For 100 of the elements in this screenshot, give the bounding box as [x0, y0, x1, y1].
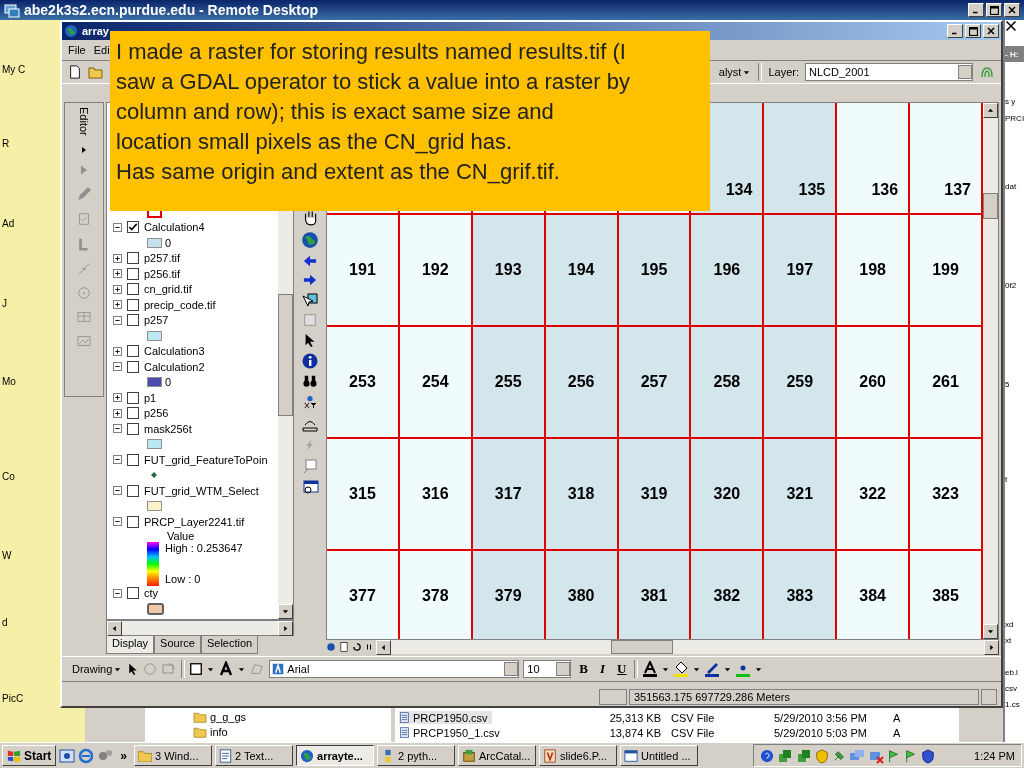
layout-view-icon[interactable]: [339, 642, 349, 652]
window-icon[interactable]: [301, 479, 319, 495]
network-icon[interactable]: [777, 747, 794, 764]
scroll-thumb[interactable]: [611, 640, 673, 654]
desktop-icon-label[interactable]: Mo: [2, 376, 16, 387]
layer-checkbox[interactable]: [127, 252, 139, 265]
desktop-icon-label[interactable]: Co: [2, 471, 15, 482]
layer-name[interactable]: Calculation4: [144, 221, 205, 234]
expand-toggle[interactable]: [113, 393, 122, 403]
expand-toggle[interactable]: [113, 424, 122, 434]
scroll-left-button[interactable]: [107, 621, 122, 636]
close-button[interactable]: [983, 24, 999, 38]
layer-checkbox[interactable]: [127, 298, 139, 311]
layer-checkbox[interactable]: [127, 453, 139, 466]
expand-toggle[interactable]: [113, 362, 122, 372]
expand-toggle[interactable]: [113, 455, 122, 465]
fill-bucket-icon[interactable]: [673, 661, 690, 677]
desktop-icon-label[interactable]: R: [2, 138, 10, 149]
callout-icon[interactable]: [302, 458, 318, 474]
layer-checkbox[interactable]: [127, 422, 139, 435]
layer-checkbox[interactable]: [127, 345, 139, 358]
layer-name[interactable]: PRCP_Layer2241.tif: [144, 515, 245, 528]
taskbar-button[interactable]: Untitled ...: [620, 745, 699, 766]
desktop-icon-label[interactable]: d: [2, 617, 8, 628]
layer-checkbox[interactable]: [127, 267, 139, 280]
plug-icon[interactable]: [832, 748, 847, 763]
expand-toggle[interactable]: [113, 269, 122, 279]
caret-icon[interactable]: [693, 665, 701, 673]
shield-icon[interactable]: [815, 747, 830, 764]
layer-checkbox[interactable]: [127, 283, 139, 296]
folder-name[interactable]: info: [210, 725, 228, 738]
refresh-icon[interactable]: [352, 642, 362, 652]
layer-name[interactable]: p256: [144, 407, 169, 420]
file-name[interactable]: PRCP1950.csv: [399, 711, 492, 724]
network-icon[interactable]: [796, 747, 813, 764]
minimize-button[interactable]: [947, 24, 963, 38]
line-color-icon[interactable]: [704, 661, 721, 677]
font-color-icon[interactable]: [642, 661, 659, 677]
help-icon[interactable]: [760, 748, 775, 763]
layer-name[interactable]: Calculation3: [144, 345, 205, 358]
layer-name[interactable]: FUT_grid_FeatureToPoin: [144, 453, 268, 466]
expand-toggle[interactable]: [113, 253, 122, 263]
text-style-button[interactable]: B: [575, 661, 593, 677]
caret-icon[interactable]: [207, 665, 215, 673]
layer-checkbox[interactable]: [127, 221, 139, 234]
layer-checkbox[interactable]: [127, 515, 139, 528]
layer-dropdown[interactable]: NLCD_2001: [805, 63, 973, 81]
caret-icon[interactable]: [755, 665, 763, 673]
taskbar-button[interactable]: 3 Wind...: [134, 745, 213, 766]
close-button[interactable]: [1004, 3, 1020, 17]
more-button[interactable]: »: [116, 748, 132, 763]
pointer-icon[interactable]: [127, 661, 140, 677]
expand-toggle[interactable]: [113, 315, 122, 325]
maximize-button[interactable]: [965, 24, 981, 38]
expand-toggle[interactable]: [113, 300, 122, 310]
layer-name[interactable]: p257.tif: [144, 252, 181, 265]
caret-icon[interactable]: [238, 665, 246, 673]
desktop-icon-label[interactable]: J: [2, 298, 7, 309]
browser-icon[interactable]: [59, 747, 76, 764]
desktop-icon-label[interactable]: W: [2, 550, 12, 561]
editor-menu[interactable]: Editor: [78, 107, 90, 136]
font-dropdown[interactable]: Arial: [269, 660, 520, 678]
toc-tab[interactable]: Display: [106, 636, 155, 654]
layer-name[interactable]: cty: [144, 587, 159, 600]
expand-toggle[interactable]: [113, 517, 122, 527]
layer-name[interactable]: precip_code.tif: [144, 298, 216, 311]
scroll-down-button[interactable]: [278, 604, 293, 619]
pause-icon[interactable]: [365, 642, 373, 652]
open-folder-icon[interactable]: [88, 64, 104, 80]
minimize-button[interactable]: [968, 3, 984, 17]
scroll-right-button[interactable]: [278, 621, 293, 636]
globe-icon[interactable]: [301, 231, 319, 249]
scroll-up-button[interactable]: [983, 103, 998, 118]
resize-grip[interactable]: [981, 689, 997, 705]
caret-icon[interactable]: [662, 665, 670, 673]
scroll-thumb[interactable]: [983, 193, 998, 219]
taskbar-button[interactable]: slide6.P...: [539, 745, 618, 766]
expand-toggle[interactable]: [113, 408, 122, 418]
desktop-icon-label[interactable]: My C: [2, 64, 26, 75]
desktop-icon-label[interactable]: PicC: [2, 693, 24, 704]
xy-icon[interactable]: [303, 393, 317, 411]
taskbar-button[interactable]: 2 pyth...: [377, 745, 456, 766]
analyst-menu[interactable]: alyst: [716, 66, 753, 78]
toc-tab[interactable]: Source: [154, 636, 201, 654]
layer-name[interactable]: p256.tif: [144, 267, 181, 280]
scroll-down-button[interactable]: [983, 624, 998, 639]
info-icon[interactable]: [302, 353, 318, 369]
taskbar-button[interactable]: arrayte...: [296, 745, 375, 766]
maximize-button[interactable]: [986, 3, 1002, 17]
layer-checkbox[interactable]: [127, 314, 139, 327]
file-name[interactable]: PRCP1950_1.csv: [399, 726, 504, 739]
drawing-menu[interactable]: Drawing: [70, 663, 124, 675]
layer-checkbox[interactable]: [127, 484, 139, 497]
layer-name[interactable]: Calculation2: [144, 360, 205, 373]
scroll-thumb[interactable]: [278, 294, 293, 416]
pointer-icon[interactable]: [303, 332, 317, 348]
scroll-right-button[interactable]: [984, 640, 999, 655]
binoculars-icon[interactable]: [301, 374, 319, 388]
toc-tab[interactable]: Selection: [200, 636, 259, 654]
expand-toggle[interactable]: [113, 346, 122, 356]
